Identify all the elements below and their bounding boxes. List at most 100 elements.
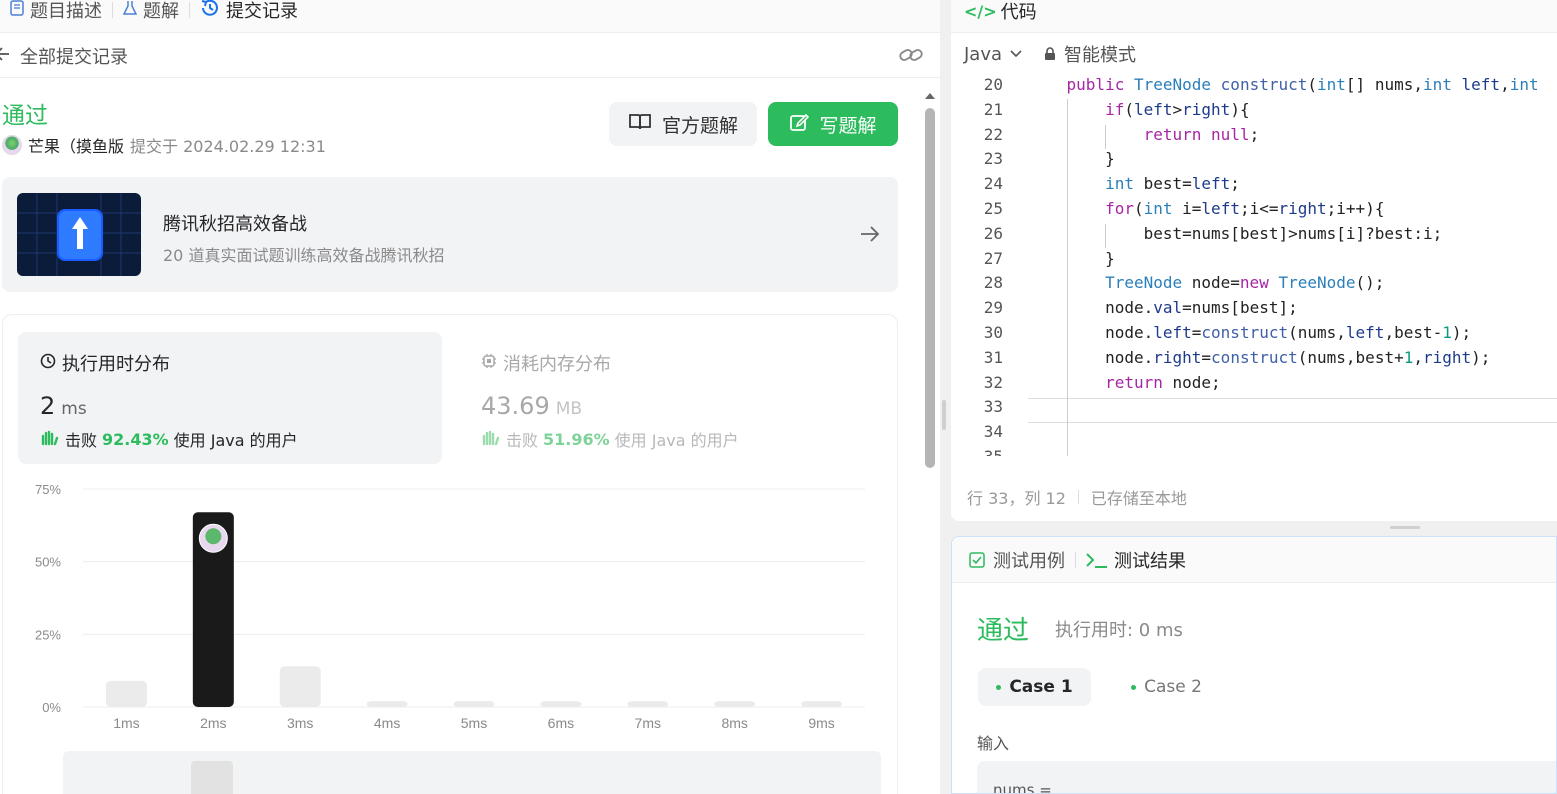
official-solution-label: 官方题解 — [661, 114, 738, 137]
chart-minimap — [63, 751, 881, 794]
runtime-label: 执行用时分布 — [62, 354, 170, 375]
test-status: 通过 — [977, 616, 1030, 646]
chart-bar[interactable] — [453, 701, 495, 707]
tab-description[interactable]: 题目描述 — [0, 0, 112, 22]
x-tick-label: 1ms — [113, 715, 139, 731]
runtime-beat-prefix: 击败 — [65, 431, 98, 450]
tab-testresult[interactable]: 测试结果 — [1086, 547, 1186, 573]
history-icon — [200, 0, 220, 23]
runtime-header: 执行用时分布 — [40, 350, 170, 376]
code-line[interactable]: 30 node.left=construct(nums,left,best-1)… — [951, 321, 1557, 346]
write-solution-button[interactable]: 写题解 — [768, 102, 898, 146]
chart-bar[interactable] — [801, 701, 843, 707]
memory-card[interactable]: 消耗内存分布 43.69 MB 击败 51.96% 使用 Java 的用户 — [459, 332, 883, 464]
runtime-beat-pct: 92.43% — [102, 429, 169, 449]
language-select[interactable]: Java — [964, 44, 1022, 65]
test-panel: 测试用例 测试结果 通过 执行用时: 0 ms Case 1 Case 2 输入… — [951, 536, 1557, 794]
code-text: best=nums[best]>nums[i]?best:i; — [1028, 223, 1443, 243]
arrow-right-icon[interactable] — [860, 225, 880, 247]
line-number: 30 — [983, 323, 1003, 342]
promo-title: 腾讯秋招高效备战 — [163, 214, 307, 235]
code-icon: </> — [964, 1, 997, 21]
chart-bar[interactable] — [540, 701, 582, 707]
line-number: 22 — [983, 124, 1003, 144]
runtime-distribution-chart: 75% 50% 25% 0% 1ms 2ms 3ms 4ms 5ms 6ms 7ms 8ms 9ms — [35, 482, 865, 731]
tab-description-label: 题目描述 — [30, 1, 102, 22]
code-line[interactable]: 33 — [951, 395, 1557, 420]
code-line[interactable]: 20 public TreeNode construct(int[] nums,… — [951, 75, 1557, 98]
code-text: int best=left; — [1105, 174, 1240, 194]
code-text: node.val=nums[best]; — [1028, 298, 1298, 318]
chart-bar[interactable] — [714, 701, 756, 707]
line-number: 20 — [983, 75, 1003, 94]
tab-divider — [1075, 551, 1076, 568]
code-line[interactable]: 22 return null; — [951, 123, 1557, 148]
code-line[interactable]: 31 node.right=construct(nums,best+1,righ… — [951, 346, 1557, 371]
code-line[interactable]: 24 int best=left; — [951, 172, 1557, 197]
chart-bar[interactable] — [627, 701, 669, 707]
input-value: nums = — [993, 781, 1052, 794]
line-number: 25 — [983, 199, 1003, 218]
code-text: if(left>right){ — [1105, 99, 1250, 119]
tab-testcases[interactable]: 测试用例 — [969, 547, 1065, 573]
avatar[interactable] — [2, 135, 22, 155]
code-text: return node; — [1105, 372, 1221, 392]
code-editor[interactable]: 20 public TreeNode construct(int[] nums,… — [951, 75, 1557, 456]
runtime-beat-suffix: 使用 Java 的用户 — [173, 431, 298, 450]
terminal-icon — [1086, 552, 1107, 568]
panel-resize-handle[interactable] — [942, 400, 946, 430]
tab-testresult-label: 测试结果 — [1114, 550, 1186, 572]
code-line[interactable]: 29 node.val=nums[best]; — [951, 296, 1557, 321]
code-line[interactable]: 34 — [951, 420, 1557, 445]
case-1-tab[interactable]: Case 1 — [978, 668, 1091, 706]
tab-solutions[interactable]: 题解 — [113, 0, 189, 22]
case-2-tab[interactable]: Case 2 — [1110, 668, 1223, 706]
minimap-highlight — [191, 761, 233, 794]
chart-bar[interactable] — [105, 680, 147, 707]
tab-submissions[interactable]: 提交记录 — [190, 0, 308, 23]
promo-card[interactable]: 腾讯秋招高效备战 20 道真实面试题训练高效备战腾讯秋招 — [2, 177, 898, 292]
smart-mode-toggle[interactable]: 智能模式 — [1044, 41, 1136, 67]
chart-bar[interactable] — [366, 701, 408, 707]
promo-subtitle: 20 道真实面试题训练高效备战腾讯秋招 — [163, 246, 445, 265]
scroll-thumb[interactable] — [925, 108, 935, 468]
user-name[interactable]: 芒果（摸鱼版 — [28, 133, 124, 157]
stats-box: 执行用时分布 2 ms 击败 92.43% 使用 Java 的用户 消耗内存分布 — [2, 314, 898, 794]
left-scrollbar[interactable] — [924, 86, 936, 786]
left-panel: 题目描述 题解 提交记录 全部提交记录 通过 芒果（摸鱼版 提交于 2024.0 — [0, 0, 940, 794]
clap-icon — [481, 428, 501, 450]
code-line[interactable]: 26 best=nums[best]>nums[i]?best:i; — [951, 222, 1557, 247]
code-line[interactable]: 21 if(left>right){ — [951, 98, 1557, 123]
official-solution-button[interactable]: 官方题解 — [609, 102, 757, 146]
chart-bar[interactable] — [279, 666, 321, 707]
memory-beat-pct: 51.96% — [543, 429, 610, 449]
edit-icon — [789, 112, 810, 137]
code-line[interactable]: 23 } — [951, 147, 1557, 172]
submitted-time: 提交于 2024.02.29 12:31 — [130, 137, 326, 156]
vertical-resize-handle[interactable] — [1390, 526, 1420, 529]
clock-icon — [40, 353, 56, 374]
y-tick-label: 0% — [42, 700, 61, 715]
line-number: 21 — [983, 99, 1003, 119]
submission-meta: 芒果（摸鱼版 提交于 2024.02.29 12:31 — [2, 133, 326, 157]
memory-beat-row: 击败 51.96% 使用 Java 的用户 — [481, 427, 739, 451]
left-tabbar: 题目描述 题解 提交记录 — [0, 0, 940, 33]
code-title-row: </> 代码 — [964, 0, 1037, 24]
code-title: 代码 — [1000, 2, 1037, 23]
code-line[interactable]: 25 for(int i=left;i<=right;i++){ — [951, 197, 1557, 222]
submissions-subheader: 全部提交记录 — [0, 34, 940, 78]
code-line[interactable]: 35 — [951, 445, 1557, 456]
link-icon[interactable] — [898, 45, 924, 70]
back-arrow-icon[interactable] — [0, 45, 10, 66]
code-line[interactable]: 32 return node; — [951, 371, 1557, 396]
scroll-up-icon[interactable] — [924, 91, 936, 101]
line-number: 32 — [983, 372, 1003, 392]
all-submissions-link[interactable]: 全部提交记录 — [20, 43, 128, 69]
case-2-label: Case 2 — [1144, 677, 1202, 697]
runtime-card[interactable]: 执行用时分布 2 ms 击败 92.43% 使用 Java 的用户 — [18, 332, 442, 464]
code-line[interactable]: 27 } — [951, 247, 1557, 272]
write-solution-label: 写题解 — [819, 114, 877, 137]
y-tick-label: 75% — [35, 482, 61, 497]
code-line[interactable]: 28 TreeNode node=new TreeNode(); — [951, 271, 1557, 296]
x-tick-label: 4ms — [374, 715, 400, 731]
